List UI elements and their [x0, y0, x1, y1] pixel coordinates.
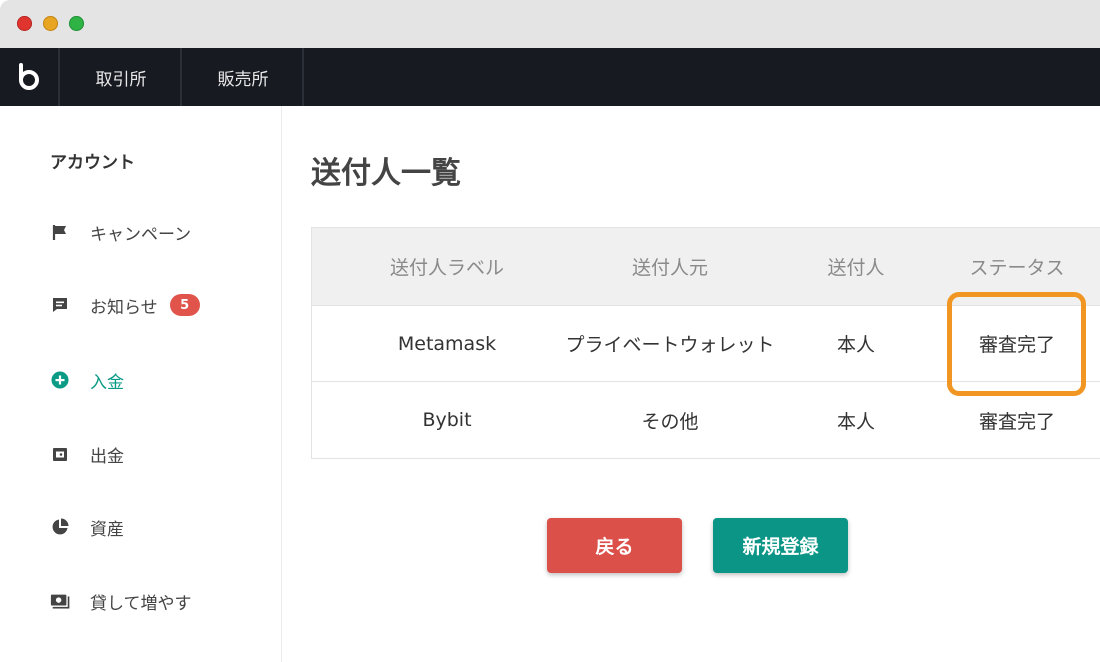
pie-chart-icon [50, 517, 70, 537]
new-registration-button[interactable]: 新規登録 [713, 518, 848, 573]
sidebar-item-campaign[interactable]: キャンペーン [50, 217, 191, 247]
cell-source: その他 [641, 410, 699, 433]
wallet-icon [50, 444, 70, 464]
sidebar-item-assets[interactable]: 資産 [50, 512, 124, 542]
main-content: 送付人一覧 送付人ラベル 送付人元 送付人 ステータス Metamask プライ… [283, 106, 1100, 662]
cell-sender: 本人 [836, 334, 875, 356]
cell-label: Metamask [397, 332, 497, 355]
plus-circle-icon [50, 370, 70, 390]
app-window: 取引所 販売所 アカウント キャンペーン お知らせ 5 入金 出金 資産 貸して… [0, 0, 1100, 662]
top-navigation: 取引所 販売所 [0, 48, 1100, 106]
sidebar-title: アカウント [50, 153, 135, 173]
sidebar-item-notice[interactable]: お知らせ 5 [50, 290, 200, 320]
sidebar: アカウント キャンペーン お知らせ 5 入金 出金 資産 貸して増やす [0, 106, 282, 662]
sidebar-item-lending[interactable]: 貸して増やす [50, 586, 192, 616]
cell-sender: 本人 [836, 410, 875, 433]
cell-label: Bybit [422, 409, 472, 431]
back-button[interactable]: 戻る [547, 518, 682, 573]
nav-sales[interactable]: 販売所 [184, 48, 304, 106]
flag-icon [50, 222, 70, 242]
column-header-source: 送付人元 [631, 257, 708, 279]
sidebar-item-label: 入金 [90, 372, 124, 393]
cash-icon [50, 591, 70, 611]
close-window-button[interactable] [17, 16, 32, 31]
cell-source: プライベートウォレット [565, 334, 775, 356]
minimize-window-button[interactable] [43, 16, 58, 31]
sidebar-item-label: キャンペーン [90, 224, 192, 245]
sidebar-item-label: 出金 [90, 446, 124, 467]
page-title: 送付人一覧 [311, 156, 461, 191]
window-titlebar [0, 0, 1100, 48]
maximize-window-button[interactable] [69, 16, 84, 31]
bybit-logo-icon[interactable] [0, 48, 60, 106]
column-header-label: 送付人ラベル [389, 257, 504, 279]
notification-badge: 5 [169, 294, 200, 316]
column-header-sender: 送付人 [827, 257, 885, 279]
sidebar-item-label: お知らせ [90, 297, 158, 318]
sidebar-item-deposit[interactable]: 入金 [50, 365, 124, 395]
sidebar-item-label: 資産 [90, 519, 124, 540]
message-icon [50, 295, 70, 315]
sidebar-item-label: 貸して増やす [90, 593, 192, 614]
status-highlight-box [947, 292, 1086, 396]
nav-exchange[interactable]: 取引所 [62, 48, 182, 106]
sidebar-item-withdraw[interactable]: 出金 [50, 439, 124, 469]
